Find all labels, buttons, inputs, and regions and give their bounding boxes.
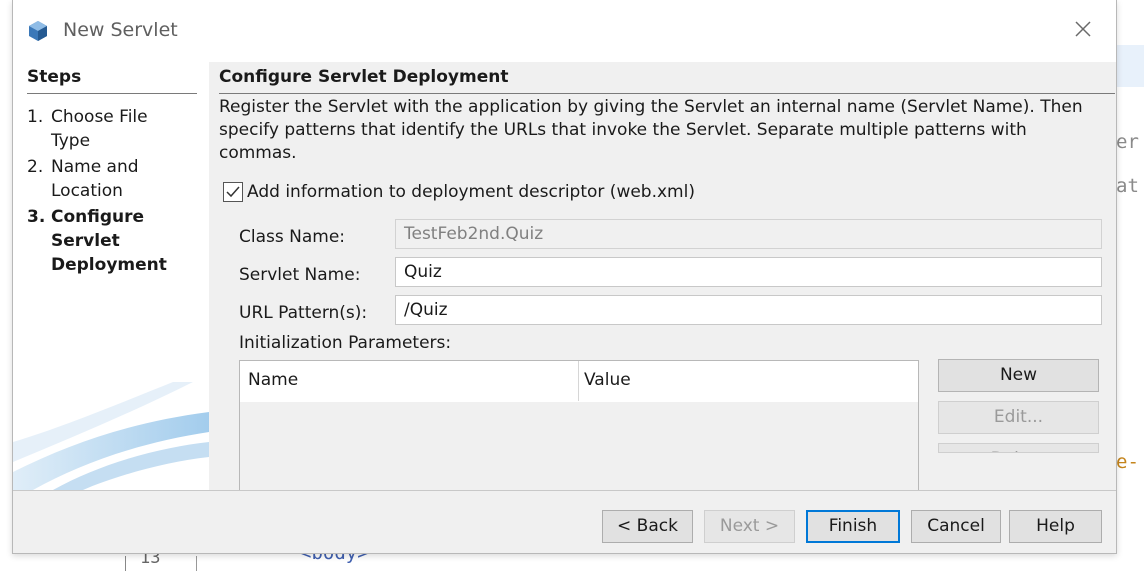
fold-marker [196, 556, 211, 571]
checkbox-label: Add information to deployment descriptor… [247, 182, 695, 202]
step-number: 2. [27, 157, 44, 177]
table-header: Name Value [240, 361, 918, 402]
column-header-value[interactable]: Value [584, 370, 631, 390]
new-servlet-dialog: New Servlet Steps 1. Choose File Type 2. N… [12, 0, 1117, 554]
close-icon [1075, 21, 1091, 37]
step-label: Configure [51, 207, 145, 227]
back-button[interactable]: < Back [602, 510, 693, 543]
servlet-name-field[interactable]: Quiz [395, 257, 1102, 287]
step-label: Choose File [51, 107, 148, 127]
class-name-field: TestFeb2nd.Quiz [395, 219, 1102, 249]
background-code-fragment: at [1116, 175, 1139, 197]
netbeans-cube-icon [27, 20, 49, 42]
dialog-title: New Servlet [63, 19, 178, 41]
step-configure-servlet-deployment: 3. Configure Servlet Deployment [27, 205, 167, 277]
dialog-footer: < Back Next > Finish Cancel Help [13, 490, 1116, 553]
next-button: Next > [704, 510, 795, 543]
servlet-name-label: Servlet Name: [239, 265, 361, 285]
finish-button[interactable]: Finish [806, 510, 900, 543]
step-number: 1. [27, 107, 44, 127]
background-code-fragment: e- [1116, 451, 1139, 473]
url-pattern-field[interactable]: /Quiz [395, 295, 1102, 325]
step-label: Location [51, 181, 123, 201]
step-name-and-location: 2. Name and Location [27, 155, 139, 203]
background-code-fragment: er [1116, 131, 1139, 153]
divider [27, 93, 197, 94]
deployment-descriptor-checkbox-row[interactable]: Add information to deployment descriptor… [223, 179, 695, 205]
steps-panel: Steps 1. Choose File Type 2. Name and Loca… [13, 62, 209, 490]
step-label: Name and [51, 157, 139, 177]
delete-param-button: Delete [938, 443, 1099, 453]
checkmark-icon [226, 186, 240, 198]
url-pattern-label: URL Pattern(s): [239, 303, 368, 323]
decorative-swoosh-graphic [13, 382, 209, 490]
title-bar[interactable]: New Servlet [13, 0, 1116, 62]
edit-param-button: Edit... [938, 401, 1099, 434]
panel-title: Configure Servlet Deployment [219, 67, 509, 87]
column-divider [578, 361, 579, 401]
init-params-table[interactable]: Name Value [239, 360, 919, 490]
deployment-descriptor-checkbox[interactable] [223, 182, 243, 202]
dialog-content: Steps 1. Choose File Type 2. Name and Loca… [13, 62, 1116, 490]
step-choose-file-type: 1. Choose File Type [27, 105, 148, 153]
column-header-name[interactable]: Name [248, 370, 298, 390]
main-panel: Configure Servlet Deployment Register th… [209, 62, 1116, 490]
divider [219, 93, 1115, 94]
description-text: Register the Servlet with the applicatio… [219, 97, 1083, 162]
step-label: Servlet [51, 231, 120, 251]
class-name-label: Class Name: [239, 227, 346, 247]
new-param-button[interactable]: New [938, 359, 1099, 392]
init-params-label: Initialization Parameters: [239, 333, 452, 353]
steps-heading: Steps [27, 67, 82, 87]
background-line-gutter: 13 [125, 548, 196, 571]
cancel-button[interactable]: Cancel [911, 510, 1001, 543]
step-label: Type [51, 131, 91, 151]
background-highlight-band [1116, 45, 1144, 87]
close-button[interactable] [1065, 14, 1101, 44]
step-number: 3. [27, 207, 46, 227]
step-label: Deployment [51, 255, 167, 275]
help-button[interactable]: Help [1009, 510, 1102, 543]
